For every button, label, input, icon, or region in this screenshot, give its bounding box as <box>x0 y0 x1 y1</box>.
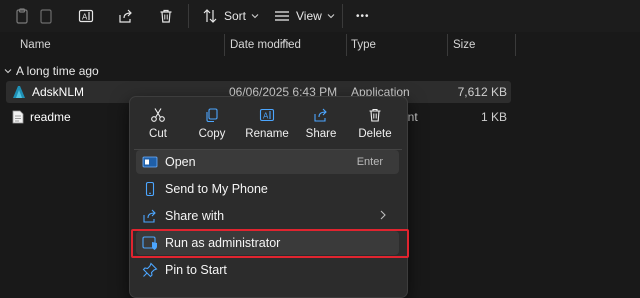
view-label: View <box>296 9 322 23</box>
sort-label: Sort <box>224 9 247 23</box>
column-divider[interactable] <box>224 34 225 56</box>
group-label: A long time ago <box>16 64 99 78</box>
file-size: 1 KB <box>480 110 507 124</box>
menu-item-label: Open <box>165 155 196 169</box>
menu-item-share-with[interactable]: Share with <box>136 204 399 228</box>
share-menu-button[interactable]: Share <box>297 103 345 143</box>
document-icon <box>12 110 24 124</box>
phone-icon <box>145 181 155 197</box>
column-header-size[interactable]: Size <box>453 39 475 51</box>
toolbar-divider <box>188 4 189 28</box>
share-label: Share <box>305 128 337 140</box>
rename-menu-button[interactable]: A Rename <box>243 103 291 143</box>
file-name: AdskNLM <box>32 85 85 99</box>
chevron-down-icon <box>4 69 12 74</box>
clipboard-button[interactable] <box>38 4 54 28</box>
column-header-name[interactable]: Name <box>20 39 51 51</box>
more-options-button[interactable]: ••• <box>356 4 370 28</box>
group-header[interactable]: A long time ago <box>4 64 99 78</box>
rename-icon: A <box>78 9 94 23</box>
sort-icon <box>203 9 217 23</box>
column-header-date-modified[interactable]: Date modified <box>230 39 301 51</box>
share-button[interactable] <box>118 4 134 28</box>
column-headers: Name Date modified Type Size <box>0 34 640 56</box>
copy-label: Copy <box>198 128 226 140</box>
svg-text:A: A <box>82 13 88 22</box>
pin-icon <box>142 262 158 278</box>
copy-icon <box>206 108 218 123</box>
copy-button[interactable]: Copy <box>188 103 236 143</box>
delete-label: Delete <box>358 128 392 140</box>
rename-icon: A <box>259 108 275 122</box>
file-name: readme <box>30 110 71 124</box>
menu-item-label: Share with <box>165 209 225 223</box>
file-size: 7,612 KB <box>457 85 507 99</box>
cut-button[interactable]: Cut <box>134 103 182 143</box>
chevron-right-icon <box>380 210 386 220</box>
file-name-cell: readme <box>12 110 71 124</box>
column-header-type[interactable]: Type <box>351 39 376 51</box>
menu-item-send-to-phone[interactable]: Send to My Phone <box>136 177 399 201</box>
paste-button[interactable] <box>14 4 30 28</box>
context-menu: Cut Copy A Rename Share Delete Open Ente… <box>129 96 408 298</box>
column-divider[interactable] <box>515 34 516 56</box>
more-options-icon: ••• <box>356 10 370 22</box>
share-with-icon <box>143 209 156 223</box>
menu-item-pin-to-start[interactable]: Pin to Start <box>136 258 399 282</box>
chevron-down-icon <box>327 14 335 19</box>
command-bar: A Sort View ••• <box>0 0 640 32</box>
menu-item-label: Pin to Start <box>165 263 227 277</box>
share-icon <box>314 108 327 122</box>
file-name-cell: AdskNLM <box>12 85 84 99</box>
open-app-icon <box>142 156 158 168</box>
delete-menu-button[interactable]: Delete <box>351 103 399 143</box>
trash-icon <box>160 9 172 23</box>
app-icon <box>13 86 25 98</box>
column-divider[interactable] <box>447 34 448 56</box>
rename-label: Rename <box>245 128 289 140</box>
sort-button[interactable]: Sort <box>202 4 259 28</box>
highlight-box <box>131 229 409 258</box>
rename-button[interactable]: A <box>78 4 94 28</box>
clipboard-icon <box>40 9 52 24</box>
trash-icon <box>369 108 381 122</box>
menu-item-label: Send to My Phone <box>165 182 268 196</box>
chevron-down-icon <box>251 14 259 19</box>
delete-button[interactable] <box>158 4 174 28</box>
view-button[interactable]: View <box>274 4 335 28</box>
share-icon <box>119 9 132 23</box>
view-list-icon <box>275 11 289 21</box>
cut-label: Cut <box>149 128 167 140</box>
toolbar-divider <box>342 4 343 28</box>
svg-text:A: A <box>263 112 269 121</box>
paste-icon <box>16 8 28 24</box>
menu-item-open[interactable]: Open Enter <box>136 150 399 174</box>
menu-item-shortcut: Enter <box>356 156 383 168</box>
scissors-icon <box>151 108 165 122</box>
column-divider[interactable] <box>346 34 347 56</box>
